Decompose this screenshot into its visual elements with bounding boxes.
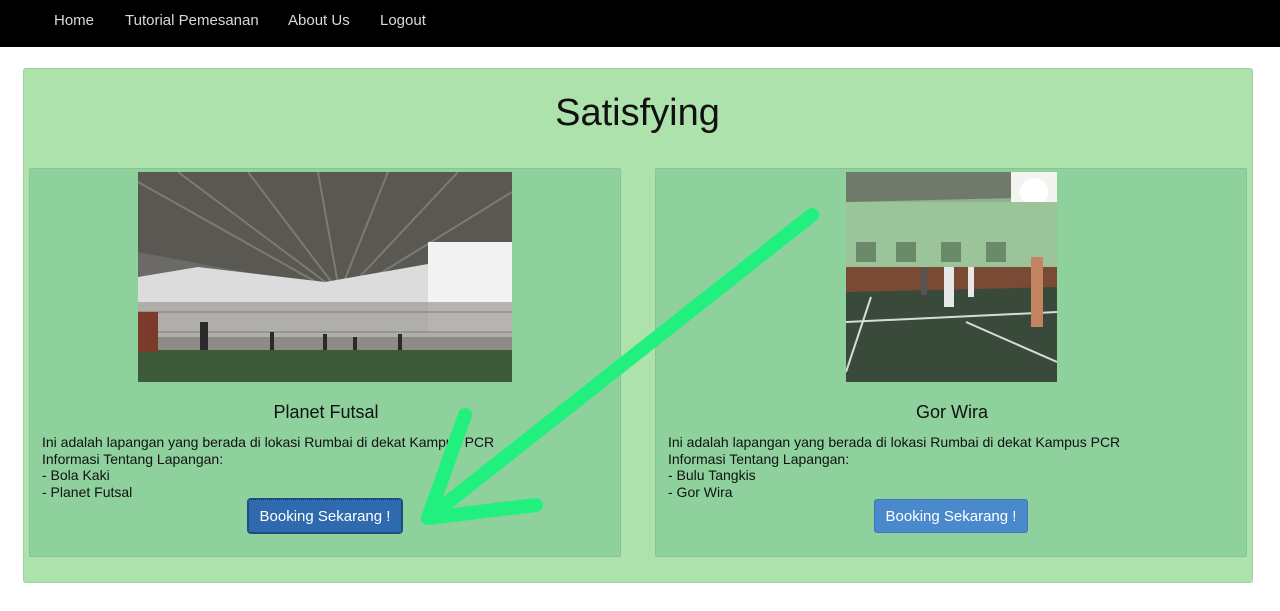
venue-description-text: Ini adalah lapangan yang berada di lokas… — [668, 434, 1121, 450]
venue-info-heading: Informasi Tentang Lapangan: — [668, 450, 850, 467]
venue-info-line: - Planet Futsal — [42, 483, 133, 500]
venue-info-heading: Informasi Tentang Lapangan: — [42, 450, 224, 467]
venue-description: Ini adalah lapangan yang berada di lokas… — [42, 434, 494, 500]
venue-description: Ini adalah lapangan yang berada di lokas… — [668, 434, 1120, 500]
page-title: Satisfying — [555, 92, 720, 134]
venue-photo-planet-futsal — [138, 172, 512, 382]
venue-info-line: - Bulu Tangkis — [668, 467, 756, 483]
booking-button-gor-wira[interactable]: Booking Sekarang ! — [874, 499, 1028, 533]
venue-name: Planet Futsal — [273, 402, 379, 422]
booking-button-planet-futsal[interactable]: Booking Sekarang ! — [247, 498, 403, 534]
venue-card-planet-futsal: Planet Futsal Ini adalah lapangan yang b… — [29, 168, 621, 557]
venue-description-text: Ini adalah lapangan yang berada di lokas… — [42, 434, 495, 450]
venue-info-line: - Gor Wira — [668, 483, 733, 500]
venue-name: Gor Wira — [916, 402, 988, 422]
nav-logout[interactable]: Logout — [380, 12, 426, 29]
nav-about-us[interactable]: About Us — [288, 12, 350, 29]
venue-card-gor-wira: Gor Wira Ini adalah lapangan yang berada… — [655, 168, 1247, 557]
nav-home[interactable]: Home — [54, 12, 94, 29]
top-navbar: Home Tutorial Pemesanan About Us Logout — [0, 0, 1280, 47]
venue-info-line: - Bola Kaki — [42, 467, 110, 483]
venue-photo-gor-wira — [846, 172, 1057, 382]
nav-tutorial-pemesanan[interactable]: Tutorial Pemesanan — [125, 12, 259, 29]
